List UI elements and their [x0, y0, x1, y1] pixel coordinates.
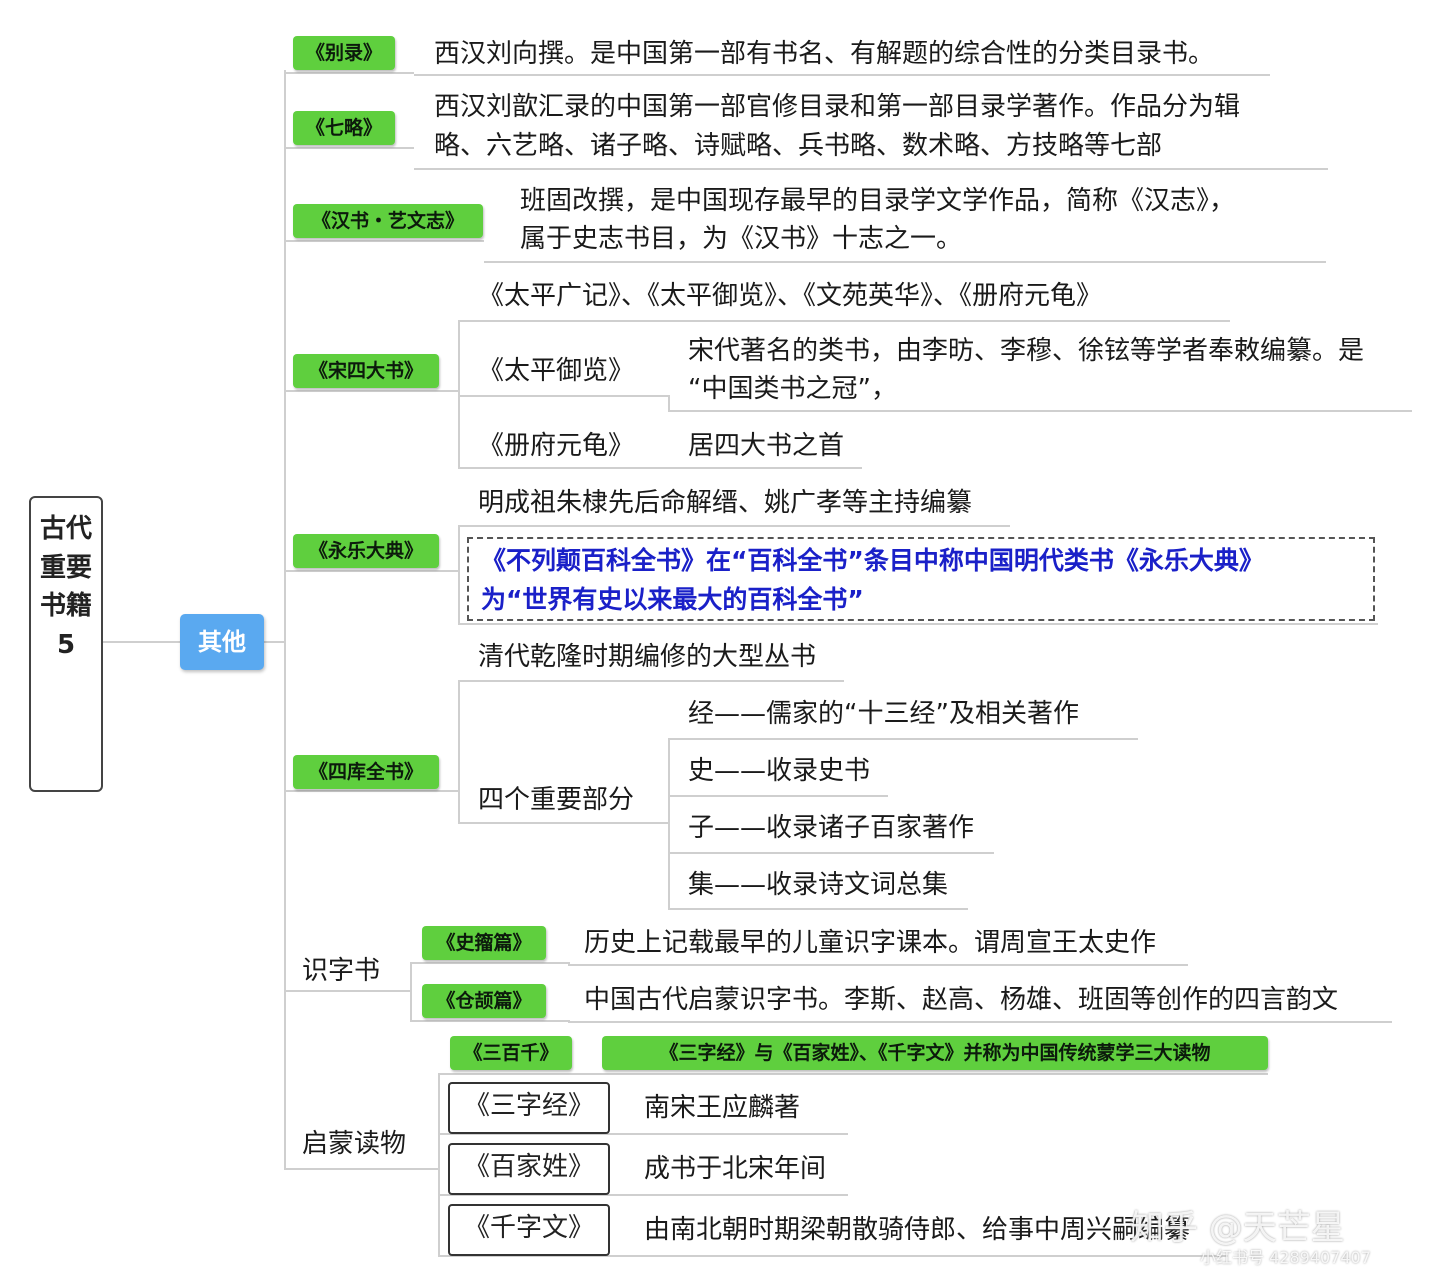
bielu-desc: 西汉刘向撰。是中国第一部有书名、有解题的综合性的分类目录书。: [434, 39, 1215, 69]
yongle-note-line1: 《不列颠百科全书》在“百科全书”条目中称中国明代类书《永乐大典》: [481, 546, 1264, 575]
connector-line: [568, 1021, 1392, 1023]
connector-line: [438, 1073, 440, 1257]
root-title: 古代重要书籍5: [39, 514, 92, 660]
connector-line: [458, 395, 670, 397]
qilue-desc-line2: 略、六艺略、诸子略、诗赋略、兵书略、数术略、方技略等七部: [434, 131, 1163, 161]
sanbaiqian-desc: 《三字经》与《百家姓》、《千字文》并称为中国传统蒙学三大读物: [602, 1036, 1268, 1070]
connector-line: [414, 74, 1270, 76]
connector-line: [668, 795, 888, 797]
shizhoupian-desc: 历史上记载最早的儿童识字课本。谓周宣王太史作: [584, 928, 1157, 958]
tag-shizhoupian[interactable]: 《史籀篇》: [422, 926, 546, 960]
connector-line: [410, 962, 570, 964]
connector-line: [410, 1020, 570, 1022]
baijiaxing-desc: 成书于北宋年间: [644, 1154, 827, 1184]
siku-desc: 清代乾隆时期编修的大型丛书: [478, 642, 817, 672]
watermark-sub: 小红书号 4289407407: [1200, 1248, 1371, 1267]
connector-line: [458, 623, 1378, 625]
tag-cangjiepian[interactable]: 《仓颉篇》: [422, 984, 546, 1018]
yongle-desc: 明成祖朱棣先后命解缙、姚广孝等主持编纂: [478, 488, 973, 518]
connector-line: [284, 72, 414, 74]
watermark: 知乎 @天芒星: [1130, 1208, 1345, 1248]
connector-line: [284, 1168, 440, 1170]
connector-line: [668, 395, 670, 412]
siku-parts-label: 四个重要部分: [478, 785, 635, 815]
connector-line: [458, 525, 1010, 527]
tag-bielu[interactable]: 《别录》: [293, 36, 395, 70]
yongle-note: 《不列颠百科全书》在“百科全书”条目中称中国明代类书《永乐大典》 为“世界有史以…: [467, 537, 1375, 621]
connector-line: [284, 570, 460, 572]
connector-line: [414, 168, 1328, 170]
siku-part: 集——收录诗文词总集: [688, 870, 949, 900]
song-list: 《太平广记》、《太平御览》、《文苑英华》、《册府元龟》: [478, 281, 1103, 311]
yongle-note-line2: 为“世界有史以来最大的百科全书”: [481, 585, 864, 614]
qianziwen-box[interactable]: 《千字文》: [448, 1204, 610, 1256]
connector-line: [484, 261, 1326, 263]
connector-line: [458, 680, 844, 682]
root-connector: [99, 641, 180, 643]
connector-line: [668, 908, 968, 910]
connector-line: [458, 320, 460, 468]
connector-line: [284, 240, 484, 242]
root-node[interactable]: 古代重要书籍5: [29, 496, 103, 792]
baijiaxing-box[interactable]: 《百家姓》: [448, 1143, 610, 1195]
connector-line: [668, 410, 1412, 412]
tpyl-title: 《太平御览》: [478, 356, 635, 386]
connector-line: [458, 680, 460, 824]
branch-node-other[interactable]: 其他: [180, 614, 264, 670]
tag-qilue[interactable]: 《七略》: [293, 111, 395, 145]
tag-yongle-dadian[interactable]: 《永乐大典》: [293, 534, 439, 568]
connector-line: [568, 964, 1188, 966]
cfyg-desc: 居四大书之首: [688, 431, 845, 461]
tag-song-sidashu[interactable]: 《宋四大书》: [293, 354, 439, 388]
connector-line: [458, 525, 460, 625]
connector-line: [438, 1073, 1268, 1075]
sanzijing-desc: 南宋王应麟著: [644, 1093, 801, 1123]
main-trunk: [284, 70, 286, 1170]
qimeng-label: 启蒙读物: [302, 1129, 407, 1159]
hanshu-desc-line1: 班固改撰，是中国现存最早的目录学文学作品，简称《汉志》，: [520, 186, 1236, 216]
connector-line: [284, 390, 460, 392]
qilue-desc-line1: 西汉刘歆汇录的中国第一部官修目录和第一部目录学著作。作品分为辑: [434, 92, 1241, 122]
tag-hanshu-yiwenzhi[interactable]: 《汉书・艺文志》: [293, 204, 483, 238]
connector-line: [668, 738, 1138, 740]
branch-connector: [264, 641, 286, 643]
tag-sanbaiqian[interactable]: 《三百千》: [450, 1036, 572, 1070]
tpyl-desc-line1: 宋代著名的类书，由李昉、李穆、徐铉等学者奉敕编纂。是: [688, 336, 1365, 366]
hanshu-desc-line2: 属于史志书目，为《汉书》十志之一。: [520, 224, 963, 254]
connector-line: [284, 790, 460, 792]
cfyg-title: 《册府元龟》: [478, 431, 635, 461]
connector-line: [284, 147, 414, 149]
siku-part: 史——收录史书: [688, 756, 871, 786]
connector-line: [410, 962, 412, 1020]
tpyl-desc-line2: “中国类书之冠”，: [688, 374, 897, 404]
sanzijing-box[interactable]: 《三字经》: [448, 1082, 610, 1134]
cangjiepian-desc: 中国古代启蒙识字书。李斯、赵高、杨雄、班固等创作的四言韵文: [584, 985, 1339, 1015]
qianziwen-desc: 由南北朝时期梁朝散骑侍郎、给事中周兴嗣编纂: [644, 1215, 1191, 1245]
connector-line: [668, 852, 994, 854]
connector-line: [668, 738, 670, 908]
siku-part: 子——收录诸子百家著作: [688, 813, 975, 843]
siku-part: 经——儒家的“十三经”及相关著作: [688, 699, 1079, 729]
connector-line: [284, 990, 412, 992]
connector-line: [458, 467, 862, 469]
tag-siku-quanshu[interactable]: 《四库全书》: [293, 755, 439, 789]
connector-line: [458, 320, 1230, 322]
shizi-label: 识字书: [302, 956, 381, 986]
connector-line: [458, 822, 670, 824]
